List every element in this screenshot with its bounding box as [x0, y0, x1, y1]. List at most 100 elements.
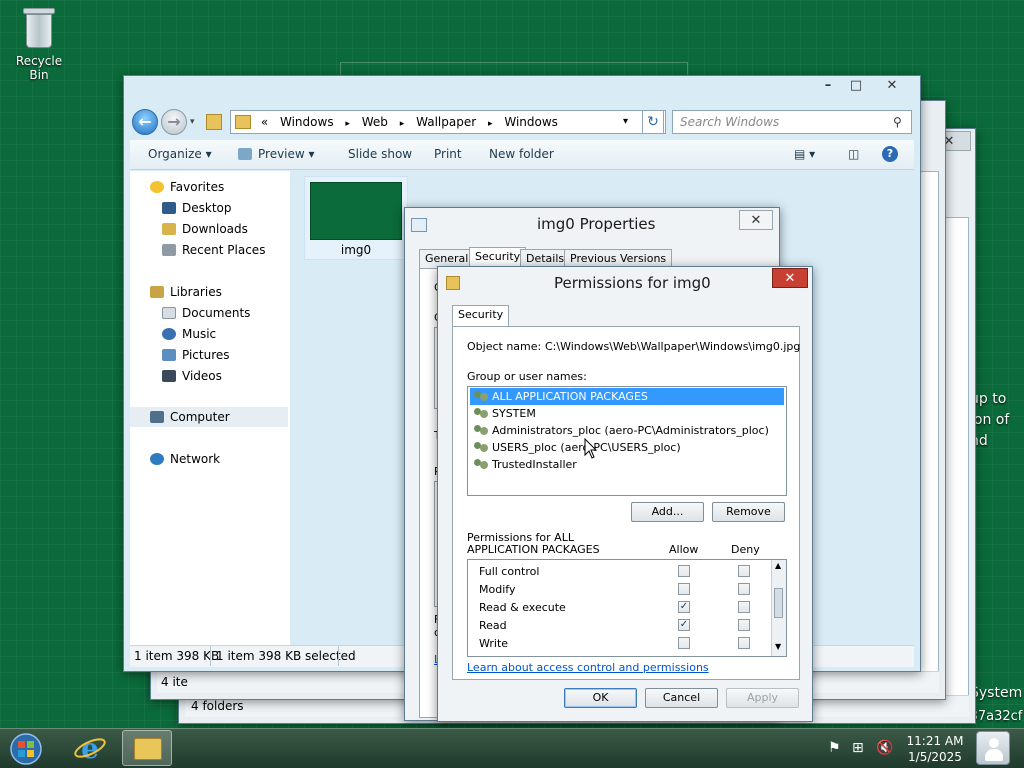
scroll-up-icon[interactable]: ▲ [775, 561, 781, 570]
help-icon[interactable]: ? [882, 146, 898, 162]
permissions-dialog[interactable]: Permissions for img0 ✕ Security Object n… [437, 266, 813, 722]
nav-pictures[interactable]: Pictures [162, 345, 230, 365]
status-text: 4 ite [161, 675, 188, 689]
scrollbar-thumb[interactable] [774, 588, 783, 618]
user-row[interactable]: USERS_ploc (aero-PC\USERS_ploc) [470, 439, 784, 456]
nav-documents[interactable]: Documents [162, 303, 250, 323]
slide-show-button[interactable]: Slide show [348, 147, 412, 161]
address-chevron[interactable]: « [257, 111, 272, 133]
documents-icon [162, 307, 176, 319]
clock[interactable]: 11:21 AM 1/5/2025 [904, 733, 966, 768]
file-explorer-taskbar-button[interactable] [122, 730, 172, 766]
address-crumb-windows-current[interactable]: Windows [500, 111, 562, 133]
allow-checkbox[interactable] [678, 637, 690, 649]
music-icon [162, 328, 176, 340]
permission-row: Full control [468, 562, 768, 580]
pictures-icon [162, 349, 176, 361]
allow-checkbox[interactable]: ✓ [678, 601, 690, 613]
maximize-button[interactable]: □ [842, 76, 870, 96]
cancel-button[interactable]: Cancel [645, 688, 718, 708]
background-window-outline [340, 62, 688, 76]
user-avatar-icon[interactable] [976, 731, 1010, 765]
recent-pages-dropdown[interactable]: ▾ [190, 117, 195, 127]
change-view-button[interactable]: ▤ ▾ [794, 147, 815, 161]
image-thumbnail [310, 182, 402, 240]
nav-libraries[interactable]: Libraries [150, 282, 222, 302]
internet-explorer-taskbar-button[interactable]: e [70, 731, 110, 765]
back-button[interactable]: ← [132, 109, 158, 135]
user-row[interactable]: ALL APPLICATION PACKAGES [470, 388, 784, 405]
internet-explorer-icon: e [74, 732, 106, 765]
network-tray-icon[interactable]: ⊞ [852, 740, 864, 768]
address-separator[interactable]: ▸ [484, 113, 497, 135]
volume-muted-icon[interactable]: 🔇 [876, 740, 893, 768]
apply-button[interactable]: Apply [726, 688, 799, 708]
user-group-icon [474, 390, 488, 402]
action-center-flag-icon[interactable]: ⚑ [828, 740, 841, 768]
deny-checkbox[interactable] [738, 619, 750, 631]
refresh-icon[interactable]: ↻ [642, 110, 664, 134]
tab-security[interactable]: Security [452, 305, 510, 327]
nav-network[interactable]: Network [150, 449, 220, 469]
deny-checkbox[interactable] [738, 583, 750, 595]
address-crumb-wallpaper[interactable]: Wallpaper [412, 111, 480, 133]
new-folder-button[interactable]: New folder [489, 147, 554, 161]
close-button[interactable]: ✕ [870, 76, 914, 96]
status-item-count: 1 item 398 KB [134, 649, 220, 663]
allow-checkbox[interactable]: ✓ [678, 619, 690, 631]
allow-checkbox[interactable] [678, 583, 690, 595]
permission-name: Write [479, 637, 509, 650]
user-row[interactable]: TrustedInstaller [470, 456, 784, 473]
address-crumb-web[interactable]: Web [358, 111, 392, 133]
recent-places-icon [162, 244, 176, 256]
search-icon[interactable]: ⚲ [893, 111, 902, 133]
organize-button[interactable]: Organize ▾ [148, 147, 212, 161]
nav-computer[interactable]: Computer [130, 407, 288, 427]
nav-downloads[interactable]: Downloads [162, 219, 248, 239]
allow-header: Allow [669, 543, 699, 556]
learn-access-control-link[interactable]: Learn about access control and permissio… [467, 661, 709, 674]
clock-time: 11:21 AM [906, 734, 964, 748]
nav-music[interactable]: Music [162, 324, 216, 344]
nav-desktop[interactable]: Desktop [162, 198, 232, 218]
close-button[interactable]: ✕ [772, 268, 808, 288]
deny-checkbox[interactable] [738, 565, 750, 577]
preview-button[interactable]: Preview ▾ [238, 147, 315, 161]
nav-favorites[interactable]: Favorites [150, 177, 224, 197]
start-button[interactable] [6, 732, 46, 766]
forward-button[interactable]: → [161, 109, 187, 135]
user-row[interactable]: SYSTEM [470, 405, 784, 422]
nav-recent-places[interactable]: Recent Places [162, 240, 265, 260]
address-bar[interactable]: « Windows ▸ Web ▸ Wallpaper ▸ Windows ▾ [230, 110, 666, 134]
search-input[interactable]: Search Windows ⚲ [672, 110, 912, 134]
user-row[interactable]: Administrators_ploc (aero-PC\Administrat… [470, 422, 784, 439]
permissions-list[interactable]: Full control Modify Read & execute ✓ Rea… [467, 559, 787, 657]
address-separator[interactable]: ▸ [341, 113, 354, 135]
add-button[interactable]: Add... [631, 502, 704, 522]
print-button[interactable]: Print [434, 147, 462, 161]
preview-pane-button[interactable]: ◫ [848, 147, 859, 161]
ok-button[interactable]: OK [564, 688, 637, 708]
nav-videos[interactable]: Videos [162, 366, 222, 386]
remove-button[interactable]: Remove [712, 502, 785, 522]
deny-checkbox[interactable] [738, 637, 750, 649]
file-tile-img0[interactable]: img0 [304, 176, 408, 260]
user-group-icon [474, 441, 488, 453]
allow-checkbox[interactable] [678, 565, 690, 577]
close-button[interactable]: ✕ [739, 210, 773, 230]
address-crumb-windows[interactable]: Windows [276, 111, 338, 133]
file-name-label: img0 [340, 243, 372, 257]
libraries-icon [150, 286, 164, 298]
user-list[interactable]: ALL APPLICATION PACKAGES SYSTEM Administ… [467, 386, 787, 496]
folder-icon [206, 114, 222, 130]
deny-checkbox[interactable] [738, 601, 750, 613]
scroll-down-icon[interactable]: ▼ [775, 642, 781, 651]
recycle-bin-desktop-icon[interactable]: Recycle Bin [6, 6, 72, 82]
group-names-label: Group or user names: [467, 370, 587, 383]
address-dropdown-icon[interactable]: ▾ [623, 111, 628, 133]
permissions-scrollbar[interactable]: ▲ ▼ [771, 560, 786, 656]
minimize-button[interactable]: – [814, 76, 842, 96]
address-separator[interactable]: ▸ [396, 113, 409, 135]
status-text: 4 folders [191, 699, 244, 713]
network-icon [150, 453, 164, 465]
